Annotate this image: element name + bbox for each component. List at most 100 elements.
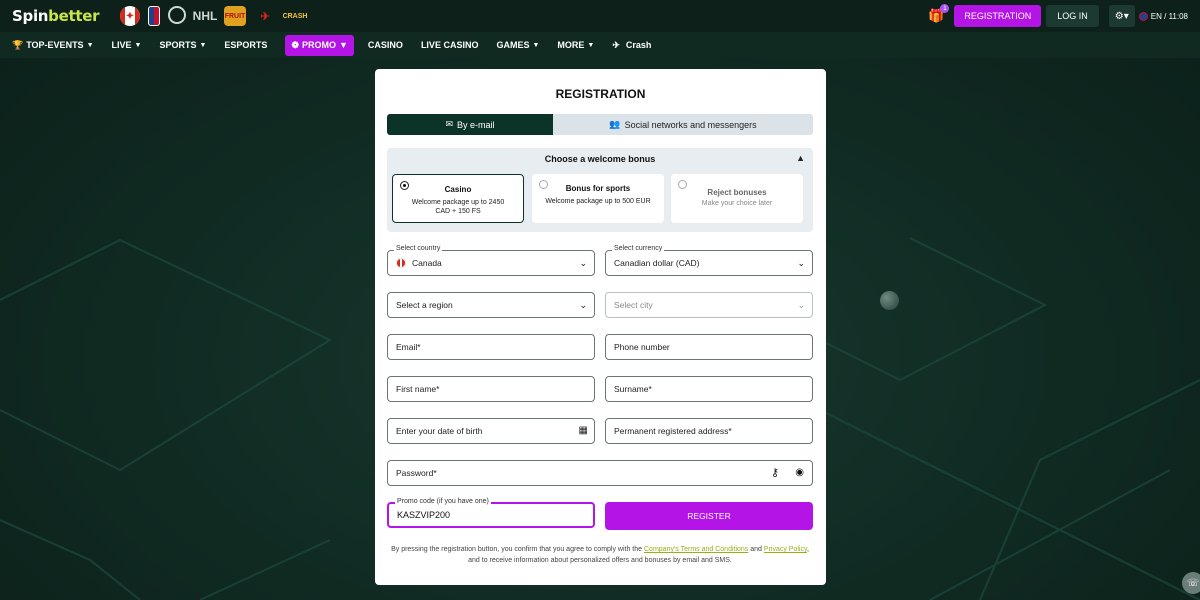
key-icon[interactable]: ⚷ (771, 466, 779, 479)
tab-label: By e-mail (457, 119, 495, 130)
bonus-option-reject[interactable]: Reject bonuses Make your choice later (671, 174, 803, 223)
currency-label: Select currency (612, 245, 665, 252)
radio-button[interactable] (539, 180, 548, 189)
crash-game-icon[interactable]: CRASH (283, 6, 308, 26)
header-actions: 🎁 1 REGISTRATION LOG IN ⚙▾ EN / 11:08 (928, 4, 1200, 27)
nav-games[interactable]: GAMES ▼ (496, 40, 539, 50)
aviator-icon[interactable]: ✈ (254, 6, 276, 26)
promo-code-field[interactable]: Promo code (if you have one) KASZVIP200 (387, 498, 595, 528)
nav-crash[interactable]: ✈ Crash (612, 40, 651, 51)
phone-placeholder: Phone number (614, 342, 670, 352)
logo-part-better: better (48, 7, 100, 25)
registration-tabs: ✉ By e-mail 👥 Social networks and messen… (387, 114, 813, 135)
legal-text: and (748, 546, 764, 553)
city-select[interactable]: Select city ⌄ (605, 292, 813, 318)
city-placeholder: Select city (614, 300, 653, 310)
tab-by-email[interactable]: ✉ By e-mail (387, 114, 553, 135)
settings-gear-icon[interactable]: ⚙▾ (1108, 5, 1135, 27)
nav-top-events[interactable]: 🏆 TOP-EVENTS ▼ (12, 40, 94, 51)
first-name-placeholder: First name* (396, 384, 440, 394)
nav-label: Crash (625, 40, 652, 50)
nav-label: SPORTS (159, 40, 197, 50)
bonus-desc: Make your choice later (701, 200, 773, 207)
chevron-down-icon: ⌄ (579, 258, 587, 268)
envelope-icon: ✉ (445, 119, 454, 129)
bonus-option-casino[interactable]: Casino Welcome package up to 2450 CAD + … (392, 174, 524, 223)
radio-button[interactable] (400, 181, 409, 190)
email-field[interactable]: Email* (387, 334, 595, 360)
password-field[interactable]: Password* ⚷ ◉ (387, 460, 813, 486)
nav-casino[interactable]: CASINO (368, 40, 403, 50)
register-button[interactable]: REGISTER (605, 502, 813, 530)
country-select[interactable]: Select country Canada ⌄ (387, 245, 595, 276)
tab-label: Social networks and messengers (624, 119, 757, 130)
fruit-slot-icon[interactable]: FRUIT (224, 6, 246, 26)
phone-field[interactable]: Phone number (605, 334, 813, 360)
address-field[interactable]: Permanent registered address* (605, 418, 813, 444)
chevron-down-icon: ▼ (134, 41, 142, 49)
uk-flag-icon (1138, 11, 1148, 21)
promo-value: KASZVIP200 (397, 510, 451, 520)
radio-button[interactable] (678, 180, 687, 189)
soccer-ball-icon[interactable] (168, 6, 186, 24)
surname-field[interactable]: Surname* (605, 376, 813, 402)
promo-label: Promo code (if you have one) (395, 498, 491, 505)
nba-icon[interactable] (148, 6, 160, 26)
language-time-selector[interactable]: EN / 11:08 (1138, 11, 1188, 21)
nhl-icon[interactable]: NHL (193, 6, 218, 26)
nav-sports[interactable]: SPORTS ▼ (159, 40, 206, 50)
chevron-down-icon: ▼ (339, 40, 348, 50)
email-placeholder: Email* (396, 342, 421, 352)
currency-select[interactable]: Select currency Canadian dollar (CAD) ⌄ (605, 245, 813, 276)
tab-social-networks[interactable]: 👥 Social networks and messengers (553, 114, 813, 135)
region-select[interactable]: Select a region ⌄ (387, 292, 595, 318)
nav-label: ESPORTS (224, 40, 268, 50)
terms-link[interactable]: Company's Terms and Conditions (644, 546, 748, 553)
gift-icon[interactable]: 🎁 1 (928, 4, 950, 24)
nav-promo[interactable]: ❁ PROMO ▼ (285, 34, 354, 56)
nav-esports[interactable]: ESPORTS (224, 40, 267, 50)
nav-more[interactable]: MORE ▼ (557, 40, 594, 50)
top-bar: Spinbetter ✦ NHL FRUIT ✈ CRASH 🎁 1 REGIST… (0, 0, 1200, 32)
chevron-up-icon[interactable]: ▲ (796, 153, 805, 163)
bonus-title: Casino (444, 185, 472, 194)
welcome-bonus-section: Choose a welcome bonus ▲ Casino Welcome … (387, 148, 813, 232)
chevron-down-icon: ▼ (532, 41, 540, 49)
header-registration-button[interactable]: REGISTRATION (954, 5, 1042, 27)
trophy-icon: 🏆 (12, 39, 24, 50)
nav-live[interactable]: LIVE ▼ (112, 40, 142, 50)
date-of-birth-field[interactable]: Enter your date of birth ▦ (387, 418, 595, 444)
nav-label: LIVE (111, 40, 132, 50)
nav-live-casino[interactable]: LIVE CASINO (421, 40, 479, 50)
chevron-down-icon: ⌄ (797, 258, 805, 268)
nav-label: TOP-EVENTS (26, 40, 84, 50)
chevron-down-icon: ▼ (86, 41, 94, 49)
chevron-down-icon: ▼ (587, 41, 595, 49)
support-chat-icon[interactable]: ☏ (1182, 572, 1200, 594)
chevron-down-icon: ⌄ (797, 300, 805, 310)
logo-part-spin: Spin (12, 7, 49, 25)
first-name-field[interactable]: First name* (387, 376, 595, 402)
language-time-label: EN / 11:08 (1150, 11, 1188, 21)
privacy-link[interactable]: Privacy Policy (764, 546, 807, 553)
region-placeholder: Select a region (396, 300, 453, 310)
chevron-down-icon: ▼ (199, 41, 207, 49)
bonus-title: Reject bonuses (707, 188, 767, 197)
login-button[interactable]: LOG IN (1046, 5, 1099, 27)
bonus-desc: Welcome package up to 2450 CAD + 150 FS (411, 199, 505, 215)
canada-flag-icon[interactable]: ✦ (120, 6, 140, 26)
nav-label: MORE (557, 40, 585, 50)
country-label: Select country (394, 245, 443, 252)
users-icon: 👥 (609, 119, 621, 129)
airplane-icon: ✈ (612, 39, 620, 50)
bonus-desc: Welcome package up to 500 EUR (545, 198, 651, 205)
eye-slash-icon[interactable]: ◉ (795, 467, 804, 478)
canada-flag-icon (396, 258, 406, 268)
logo[interactable]: Spinbetter (12, 7, 100, 25)
password-placeholder: Password* (396, 468, 437, 478)
bonus-option-sports[interactable]: Bonus for sports Welcome package up to 5… (532, 174, 664, 223)
registration-modal: REGISTRATION ✉ By e-mail 👥 Social networ… (375, 69, 826, 585)
gift-badge: 1 (940, 4, 950, 13)
bonus-title: Bonus for sports (565, 184, 631, 193)
calendar-icon[interactable]: ▦ (579, 425, 588, 436)
